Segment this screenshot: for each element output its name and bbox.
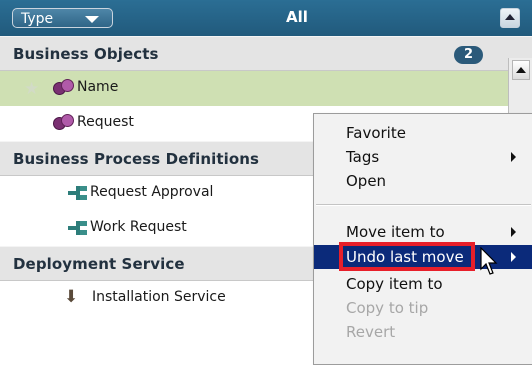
context-menu: Favorite Tags Open Move item to Undo las… (313, 113, 532, 365)
menu-item-label: Tags (346, 148, 380, 166)
menu-item-copy-to-tip: Copy to tip (314, 296, 532, 320)
process-flow-icon (68, 220, 88, 236)
group-business-objects[interactable]: Business Objects 2 (0, 36, 532, 71)
submenu-arrow-icon (511, 227, 516, 237)
favorite-star-icon[interactable]: ★ (24, 79, 39, 99)
menu-item-move-item-to[interactable]: Move item to (314, 220, 532, 244)
item-label: Request (77, 114, 134, 130)
menu-item-label: Favorite (346, 124, 406, 142)
menu-item-label: Move item to (346, 223, 445, 241)
item-label: Work Request (90, 219, 187, 235)
panel-header: Type All (0, 0, 532, 37)
business-object-icon (53, 114, 74, 131)
menu-item-favorite[interactable]: Favorite (314, 121, 532, 145)
list-item-name[interactable]: ★ Name (0, 71, 532, 106)
type-filter-label: Type (21, 11, 54, 27)
business-object-icon (53, 79, 74, 96)
collapse-button[interactable] (500, 8, 520, 28)
item-label: Name (77, 79, 119, 95)
annotation-highlight-box (339, 242, 475, 271)
mouse-cursor-icon (480, 247, 498, 275)
process-flow-icon (68, 185, 88, 201)
menu-item-open[interactable]: Open (314, 169, 532, 193)
menu-item-partial[interactable] (314, 344, 532, 364)
type-filter-dropdown[interactable]: Type (12, 8, 113, 28)
item-label: Request Approval (90, 184, 214, 200)
menu-item-label: Copy to tip (346, 299, 429, 317)
menu-separator (316, 204, 531, 206)
submenu-arrow-icon (511, 152, 516, 162)
group-label: Deployment Service (13, 255, 185, 273)
menu-item-label: Open (346, 172, 387, 190)
filter-value: All (286, 8, 308, 26)
menu-item-tags[interactable]: Tags (314, 145, 532, 169)
scroll-up-icon (516, 67, 526, 73)
submenu-arrow-icon (511, 252, 516, 262)
menu-item-label: Copy item to (346, 275, 443, 293)
group-label: Business Objects (13, 45, 159, 63)
scroll-up-button[interactable] (512, 60, 530, 80)
menu-item-label: Revert (346, 323, 396, 341)
chevron-down-icon (85, 16, 99, 23)
item-label: Installation Service (92, 289, 226, 305)
count-badge: 2 (454, 46, 483, 64)
install-icon: ⬇ (64, 287, 79, 307)
menu-item-revert: Revert (314, 320, 532, 344)
collapse-up-icon (505, 14, 515, 20)
group-label: Business Process Definitions (13, 150, 260, 168)
